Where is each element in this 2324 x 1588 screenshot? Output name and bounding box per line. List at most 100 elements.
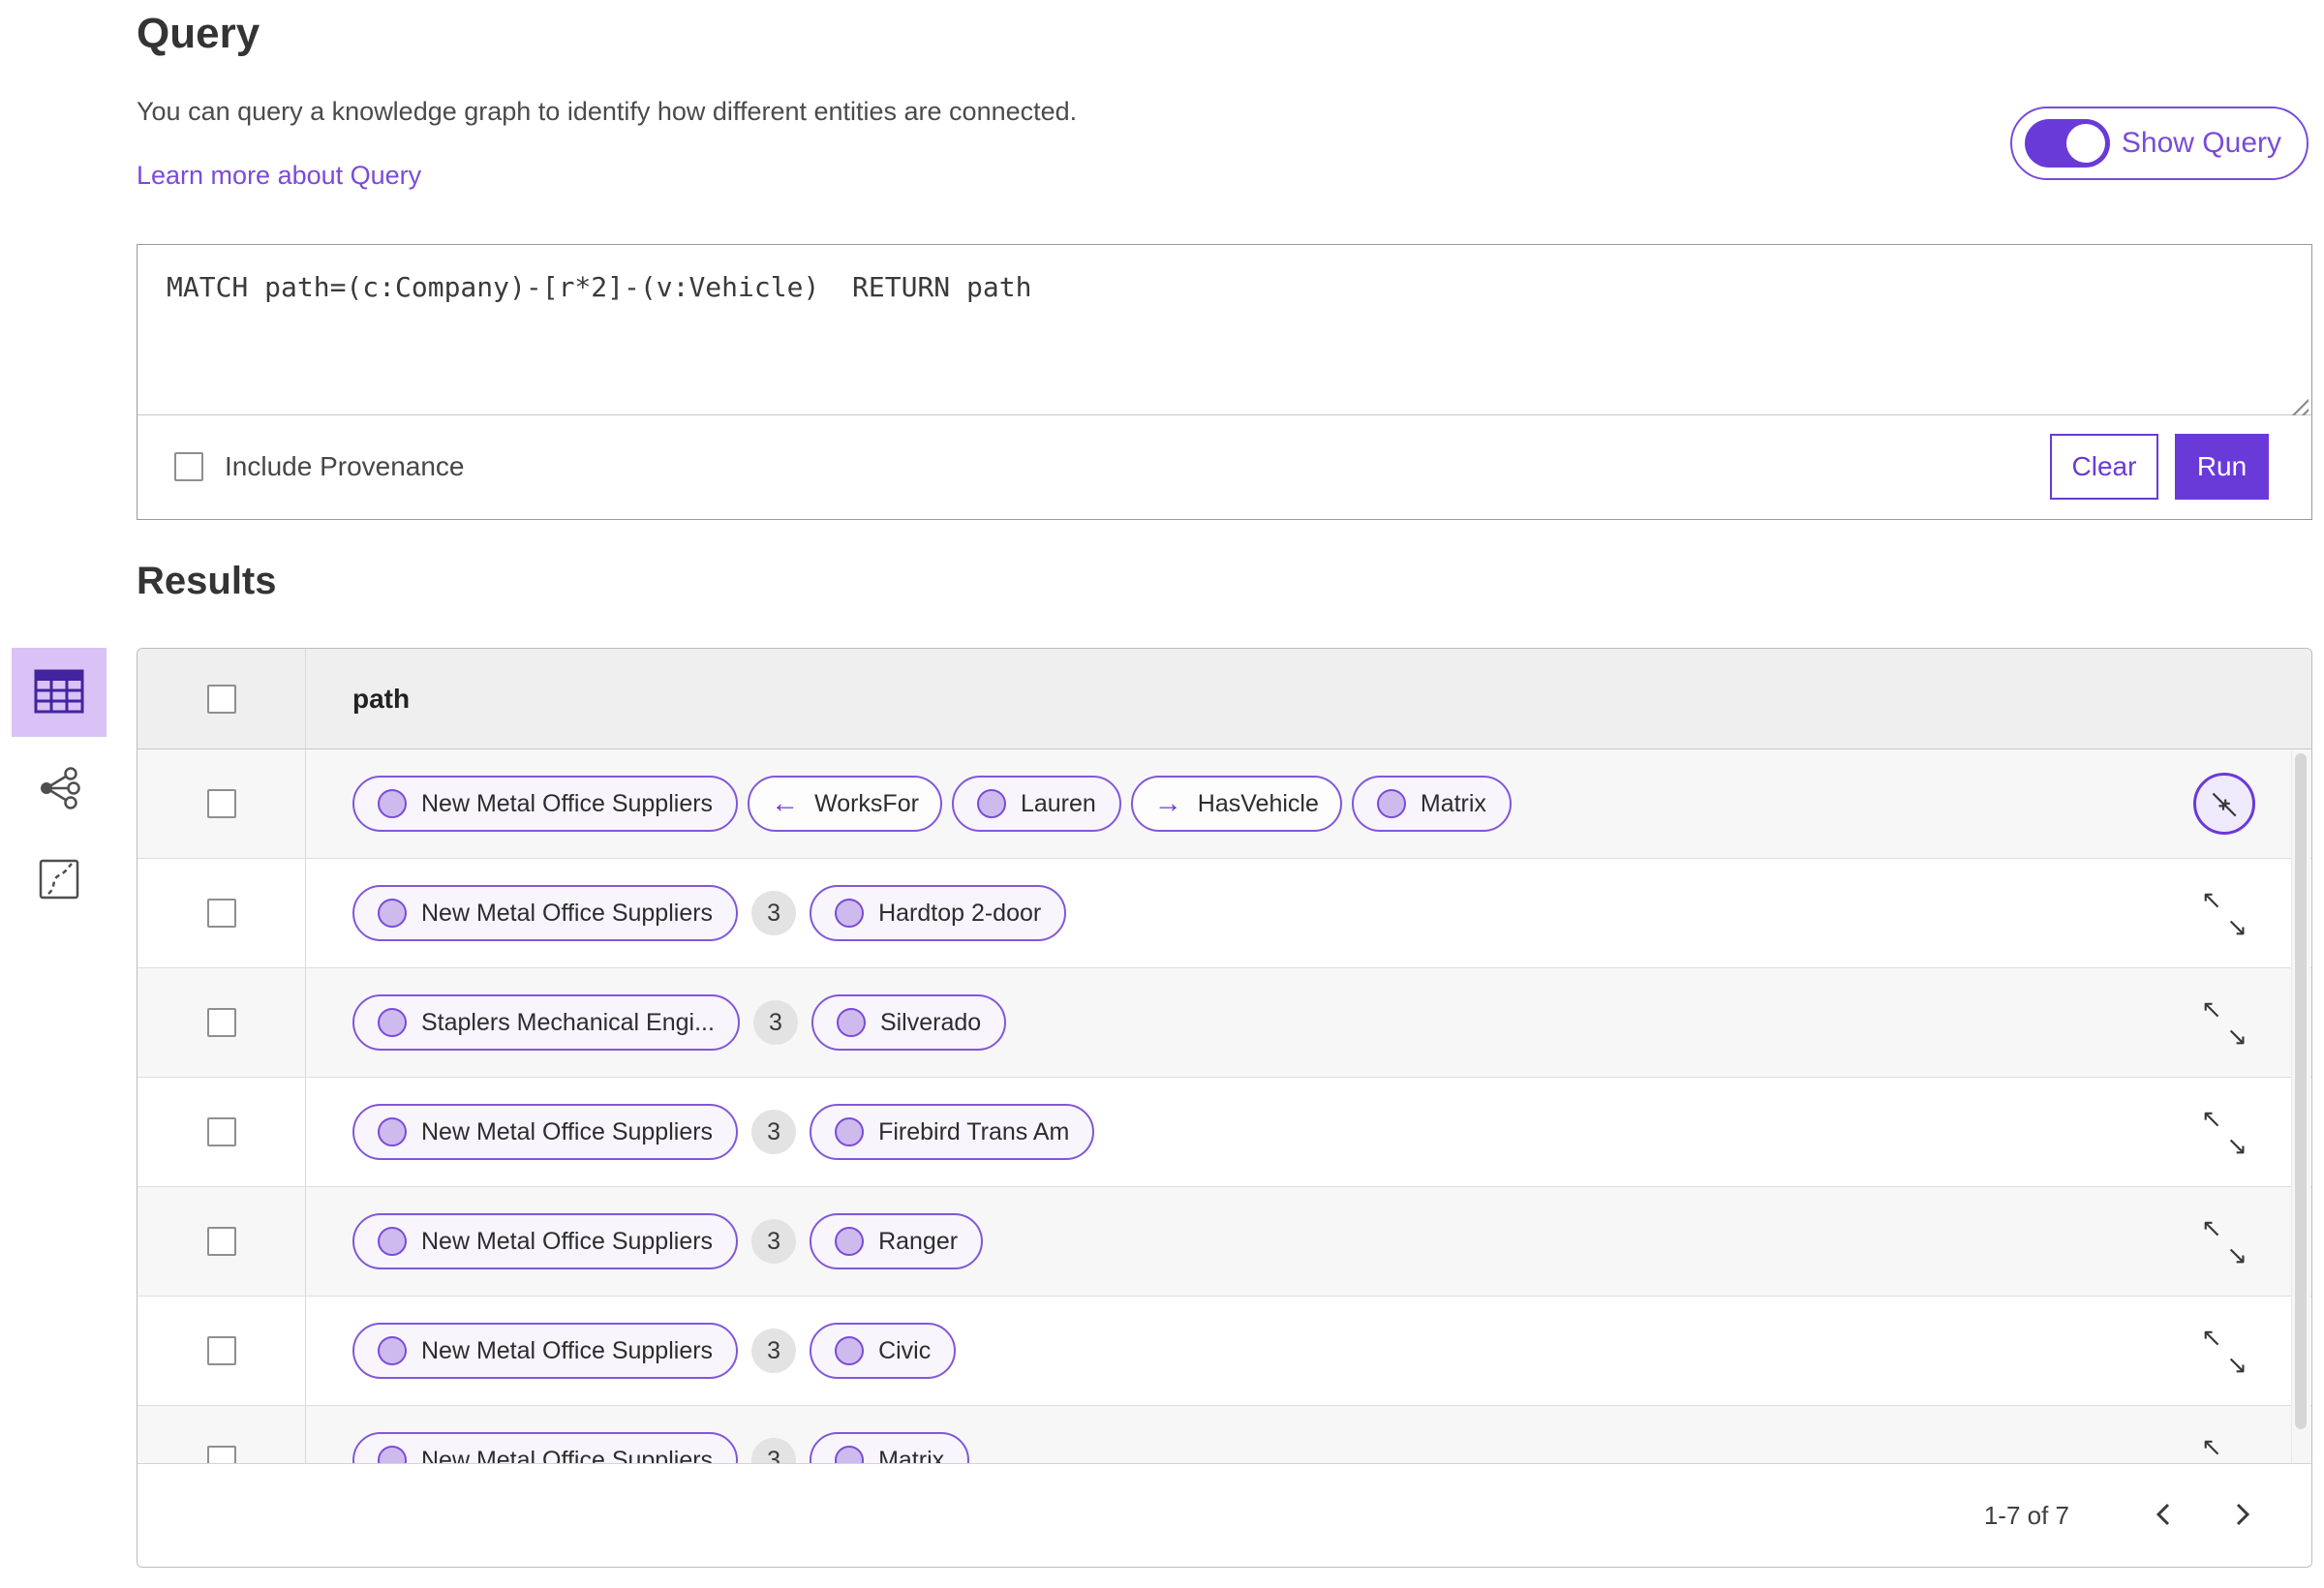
expand-arrow-icon: ↖ bbox=[2201, 1213, 2222, 1242]
graph-view-button[interactable] bbox=[37, 766, 81, 813]
node-pill[interactable]: New Metal Office Suppliers bbox=[352, 776, 739, 832]
expand-row-button[interactable]: ↖↘ bbox=[2193, 1320, 2255, 1382]
node-label: Silverado bbox=[879, 1008, 982, 1036]
query-textarea[interactable]: MATCH path=(c:Company)-[r*2]-(v:Vehicle)… bbox=[138, 245, 2311, 415]
table-icon bbox=[34, 669, 84, 717]
expand-arrow-icon: ↖ bbox=[2201, 1323, 2222, 1352]
include-provenance-checkbox[interactable] bbox=[174, 452, 203, 481]
page-title: Query bbox=[137, 10, 260, 57]
row-select-cell bbox=[138, 749, 306, 858]
next-page-button[interactable] bbox=[2222, 1496, 2261, 1535]
row-checkbox[interactable] bbox=[206, 1117, 236, 1146]
row-checkbox[interactable] bbox=[206, 1227, 236, 1256]
expand-row-button[interactable]: ↘ ↖ bbox=[2193, 773, 2255, 835]
node-label: New Metal Office Suppliers bbox=[421, 1336, 714, 1364]
node-pill[interactable]: Silverado bbox=[810, 994, 1007, 1051]
node-label: New Metal Office Suppliers bbox=[421, 899, 714, 927]
row-checkbox[interactable] bbox=[206, 1008, 236, 1037]
node-pill[interactable]: New Metal Office Suppliers bbox=[352, 1432, 739, 1463]
node-pill[interactable]: New Metal Office Suppliers bbox=[352, 885, 739, 941]
expand-arrow-icon: ↖ bbox=[2201, 1432, 2222, 1461]
node-icon bbox=[836, 1008, 866, 1037]
node-pill[interactable]: Firebird Trans Am bbox=[810, 1104, 1095, 1160]
arrow-left-icon: ← bbox=[771, 787, 800, 819]
node-pill[interactable]: Civic bbox=[810, 1323, 957, 1379]
select-all-checkbox[interactable] bbox=[206, 684, 236, 714]
relationship-count-badge[interactable]: 3 bbox=[752, 1000, 798, 1045]
node-icon bbox=[976, 789, 1006, 818]
path-cell: New Metal Office Suppliers ← WorksFor Laure… bbox=[306, 749, 2311, 858]
row-checkbox[interactable] bbox=[206, 1336, 236, 1365]
expand-arrow-icon: ↘ bbox=[2226, 1022, 2248, 1051]
expand-row-button[interactable]: ↖↘ bbox=[2193, 992, 2255, 1054]
node-pill[interactable]: Staplers Mechanical Engi... bbox=[352, 994, 740, 1051]
learn-more-link[interactable]: Learn more about Query bbox=[137, 161, 421, 191]
node-label: Firebird Trans Am bbox=[878, 1117, 1070, 1145]
table-row: New Metal Office Suppliers 3 Firebird Tran… bbox=[138, 1078, 2311, 1187]
node-pill[interactable]: New Metal Office Suppliers bbox=[352, 1213, 739, 1269]
relationship-count-badge[interactable]: 3 bbox=[751, 891, 797, 935]
expand-row-button[interactable]: ↖↘ bbox=[2193, 882, 2255, 944]
clear-button[interactable]: Clear bbox=[2050, 434, 2158, 500]
toggle-knob bbox=[2065, 124, 2105, 163]
relationship-count-badge[interactable]: 3 bbox=[751, 1328, 797, 1373]
expand-arrow-icon: ↘ bbox=[2226, 1240, 2248, 1269]
previous-page-button[interactable] bbox=[2145, 1496, 2184, 1535]
map-view-button[interactable] bbox=[38, 858, 80, 903]
node-pill[interactable]: Matrix bbox=[810, 1432, 970, 1464]
node-label: Staplers Mechanical Engi... bbox=[421, 1008, 715, 1036]
node-pill[interactable]: New Metal Office Suppliers bbox=[352, 1104, 739, 1160]
table-header-row: path bbox=[138, 649, 2311, 749]
node-label: Ranger bbox=[878, 1227, 959, 1255]
expand-row-button[interactable]: ↖↘ bbox=[2193, 1101, 2255, 1163]
node-icon bbox=[378, 1227, 407, 1256]
node-icon bbox=[378, 1117, 407, 1146]
node-icon bbox=[1376, 789, 1406, 818]
relationship-count-badge[interactable]: 3 bbox=[751, 1438, 797, 1463]
expand-arrow-icon: ↘ bbox=[2226, 1350, 2248, 1379]
relationship-count-badge[interactable]: 3 bbox=[751, 1219, 797, 1264]
row-checkbox[interactable] bbox=[206, 899, 236, 928]
node-label: Civic bbox=[878, 1336, 932, 1364]
expand-row-button[interactable]: ↖↘ bbox=[2193, 1429, 2255, 1463]
node-pill[interactable]: Hardtop 2-door bbox=[810, 885, 1067, 941]
results-heading: Results bbox=[137, 560, 277, 602]
row-checkbox[interactable] bbox=[206, 1446, 236, 1463]
run-button[interactable]: Run bbox=[2175, 434, 2269, 500]
path-cell: New Metal Office Suppliers 3 Civic bbox=[306, 1297, 2311, 1405]
toggle-switch-icon[interactable] bbox=[2024, 119, 2110, 168]
node-label: New Metal Office Suppliers bbox=[421, 789, 714, 817]
results-view-switcher bbox=[12, 648, 107, 903]
show-query-label: Show Query bbox=[2121, 127, 2281, 159]
relationship-pill[interactable]: ← WorksFor bbox=[748, 776, 942, 832]
table-row: New Metal Office Suppliers 3 Matrix ↖↘ bbox=[138, 1406, 2311, 1463]
path-cell: New Metal Office Suppliers 3 Ranger bbox=[306, 1187, 2311, 1296]
row-select-cell bbox=[138, 968, 306, 1077]
scrollbar-thumb[interactable] bbox=[2295, 753, 2307, 1429]
path-cell: New Metal Office Suppliers 3 Matrix bbox=[306, 1406, 2311, 1463]
show-query-toggle[interactable]: Show Query bbox=[2009, 107, 2309, 180]
arrow-right-icon: → bbox=[1153, 787, 1182, 819]
node-pill[interactable]: Lauren bbox=[951, 776, 1121, 832]
path-column-header: path bbox=[352, 683, 411, 714]
expand-arrow-icon: ↖ bbox=[2218, 794, 2240, 823]
node-pill[interactable]: Ranger bbox=[810, 1213, 984, 1269]
node-icon bbox=[835, 899, 865, 928]
relationship-label: WorksFor bbox=[814, 789, 919, 817]
chevron-right-icon bbox=[2230, 1500, 2253, 1532]
row-select-cell bbox=[138, 1297, 306, 1405]
expand-arrow-icon: ↖ bbox=[2201, 1104, 2222, 1133]
table-view-button[interactable] bbox=[12, 648, 107, 737]
node-pill[interactable]: New Metal Office Suppliers bbox=[352, 1323, 739, 1379]
node-icon bbox=[378, 789, 407, 818]
expand-row-button[interactable]: ↖↘ bbox=[2193, 1210, 2255, 1272]
path-cell: New Metal Office Suppliers 3 Firebird Tran… bbox=[306, 1078, 2311, 1186]
relationship-label: HasVehicle bbox=[1197, 789, 1319, 817]
include-provenance-label: Include Provenance bbox=[225, 451, 465, 481]
node-label: Matrix bbox=[878, 1446, 945, 1464]
row-checkbox[interactable] bbox=[206, 789, 236, 818]
table-row: New Metal Office Suppliers 3 Hardtop 2-doo… bbox=[138, 859, 2311, 968]
relationship-pill[interactable]: → HasVehicle bbox=[1130, 776, 1342, 832]
node-pill[interactable]: Matrix bbox=[1351, 776, 1512, 832]
relationship-count-badge[interactable]: 3 bbox=[751, 1110, 797, 1154]
